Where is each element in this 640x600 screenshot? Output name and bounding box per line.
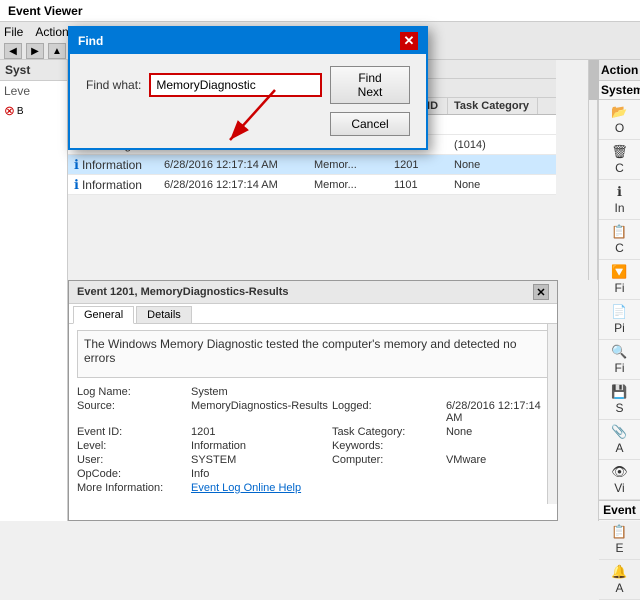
- logged-value: 6/28/2016 12:17:14 AM: [446, 400, 549, 424]
- title-bar: Event Viewer: [0, 0, 640, 22]
- action-item-save[interactable]: 💾 S: [599, 380, 640, 420]
- menu-file[interactable]: File: [4, 25, 23, 39]
- left-panel-header: Syst: [0, 60, 67, 81]
- detail-panel-titlebar: Event 1201, MemoryDiagnostics-Results ✕: [69, 281, 557, 304]
- event-a-icon: 🔔: [612, 564, 628, 580]
- tab-general[interactable]: General: [73, 306, 134, 324]
- find-dialog-titlebar: Find ✕: [70, 28, 426, 54]
- tab-details[interactable]: Details: [136, 306, 192, 323]
- action-item-event-a[interactable]: 🔔 A: [599, 560, 640, 600]
- tree-b-item[interactable]: ⊗ B: [0, 101, 67, 121]
- table-row[interactable]: ℹ Information 6/28/2016 12:17:14 AM Memo…: [68, 155, 556, 175]
- action-item-find[interactable]: 🔍 Fi: [599, 340, 640, 380]
- task-cat-label: Task Category:: [332, 426, 442, 438]
- info-icon-row1: ℹ: [74, 157, 79, 173]
- toolbar-forward-btn[interactable]: ▶: [26, 43, 44, 59]
- keywords-label: Keywords:: [332, 440, 442, 452]
- copy-icon: 📋: [612, 224, 628, 240]
- cancel-row: Cancel: [86, 112, 410, 136]
- filter-icon: 🔽: [612, 264, 628, 280]
- clear-icon: 🗑: [612, 144, 628, 160]
- event-description: The Windows Memory Diagnostic tested the…: [77, 330, 549, 378]
- find-icon: 🔍: [612, 344, 628, 360]
- info-icon-row2: ℹ: [74, 177, 79, 193]
- cancel-button[interactable]: Cancel: [330, 112, 410, 136]
- keywords-value: [446, 440, 549, 452]
- action-item-clear[interactable]: 🗑 C: [599, 140, 640, 180]
- logged-label: Logged:: [332, 400, 442, 424]
- action-item-filter[interactable]: 🔽 Fi: [599, 260, 640, 300]
- find-what-label: Find what:: [86, 78, 141, 92]
- event-e-icon: 📋: [612, 524, 628, 540]
- opcode-value: Info: [191, 468, 328, 480]
- computer-value: VMware: [446, 454, 549, 466]
- event-info-grid: Log Name: System Source: MemoryDiagnosti…: [77, 386, 549, 494]
- detail-tabs-row: General Details: [69, 304, 557, 324]
- action-item-props[interactable]: 📄 Pi: [599, 300, 640, 340]
- task-cat-value: None: [446, 426, 549, 438]
- scrollbar-thumb[interactable]: [589, 60, 599, 100]
- user-value: SYSTEM: [191, 454, 328, 466]
- detail-scrollbar[interactable]: [547, 324, 557, 504]
- find-what-input[interactable]: [149, 73, 322, 97]
- right-panel-header: Action: [599, 60, 640, 81]
- error-icon: ⊗: [4, 103, 15, 119]
- opcode-label: OpCode:: [77, 468, 187, 480]
- action-item-copy[interactable]: 📋 C: [599, 220, 640, 260]
- event-id-label: Event ID:: [77, 426, 187, 438]
- left-tree-panel: Syst Leve ⊗ B: [0, 60, 68, 521]
- right-actions-panel: Action System 📂 O 🗑 C ℹ In 📋 C 🔽 Fi 📄 Pi…: [598, 60, 640, 521]
- detail-close-button[interactable]: ✕: [533, 284, 549, 300]
- save-icon: 💾: [612, 384, 628, 400]
- action-item-event-e[interactable]: 📋 E: [599, 520, 640, 560]
- more-info-link[interactable]: Event Log Online Help: [191, 482, 328, 494]
- detail-panel-title-text: Event 1201, MemoryDiagnostics-Results: [77, 286, 289, 298]
- find-next-button[interactable]: Find Next: [330, 66, 410, 104]
- table-row[interactable]: ℹ Information 6/28/2016 12:17:14 AM Memo…: [68, 175, 556, 195]
- toolbar-up-btn[interactable]: ▲: [48, 43, 66, 59]
- actions-system-label: System: [599, 81, 640, 100]
- find-dialog-body: Find what: Find Next Cancel: [70, 54, 426, 148]
- toolbar-back-btn[interactable]: ◀: [4, 43, 22, 59]
- level-value: Information: [191, 440, 328, 452]
- computer-label: Computer:: [332, 454, 442, 466]
- find-dialog-title: Find: [78, 34, 103, 48]
- attach-icon: 📎: [612, 424, 628, 440]
- app-title: Event Viewer: [8, 4, 82, 18]
- find-dialog: Find ✕ Find what: Find Next Cancel: [68, 26, 428, 150]
- info-icon2: ℹ: [612, 184, 628, 200]
- source-label: Source:: [77, 400, 187, 424]
- log-name-value: System: [191, 386, 328, 398]
- find-dialog-close-button[interactable]: ✕: [400, 32, 418, 50]
- source-value: MemoryDiagnostics-Results: [191, 400, 328, 424]
- event-id-value: 1201: [191, 426, 328, 438]
- action-item-view[interactable]: 👁 Vi: [599, 460, 640, 500]
- log-name-label: Log Name:: [77, 386, 187, 398]
- user-label: User:: [77, 454, 187, 466]
- col-task[interactable]: Task Category: [448, 98, 538, 114]
- find-input-row: Find what: Find Next: [86, 66, 410, 104]
- props-icon: 📄: [612, 304, 628, 320]
- action-item-info[interactable]: ℹ In: [599, 180, 640, 220]
- menu-action[interactable]: Action: [35, 25, 68, 39]
- main-scrollbar[interactable]: [588, 60, 598, 280]
- event-detail-panel: Event 1201, MemoryDiagnostics-Results ✕ …: [68, 280, 558, 521]
- view-icon: 👁: [612, 464, 628, 480]
- actions-event-label: Event: [599, 500, 640, 520]
- level-label: Level:: [77, 440, 187, 452]
- more-info-label: More Information:: [77, 482, 187, 494]
- tree-level: Leve: [0, 81, 67, 101]
- detail-content-area: The Windows Memory Diagnostic tested the…: [69, 324, 557, 504]
- open-icon: 📂: [612, 104, 628, 120]
- action-item-attach[interactable]: 📎 A: [599, 420, 640, 460]
- action-item-open[interactable]: 📂 O: [599, 100, 640, 140]
